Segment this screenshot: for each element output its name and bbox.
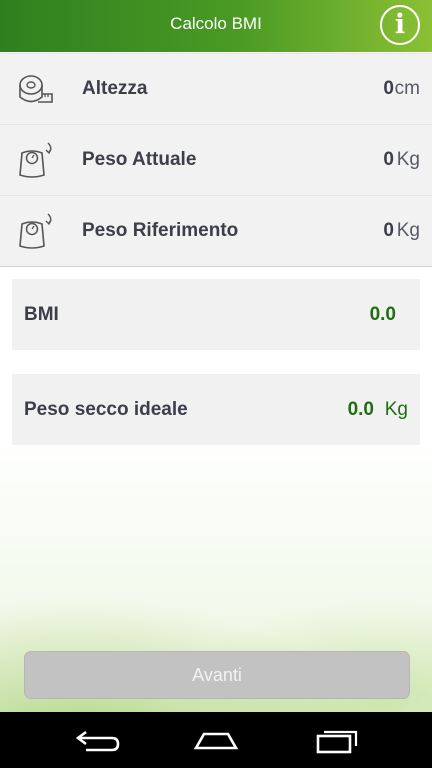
bmi-card: BMI 0.0 — [12, 279, 420, 350]
current-weight-unit: Kg — [396, 149, 420, 170]
reference-weight-unit: Kg — [396, 220, 420, 241]
height-unit: cm — [394, 78, 420, 99]
current-weight-row[interactable]: Peso Attuale 0 Kg — [0, 124, 432, 196]
height-row[interactable]: Altezza 0 cm — [0, 53, 432, 125]
page-title: Calcolo BMI — [170, 14, 262, 33]
scale-icon — [19, 142, 52, 178]
system-navigation-bar — [0, 712, 432, 768]
ideal-weight-label: Peso secco ideale — [24, 399, 188, 420]
info-icon[interactable]: i — [380, 5, 420, 45]
ideal-weight-value: 0.0 — [347, 399, 374, 420]
current-weight-value: 0 — [383, 149, 394, 170]
height-label: Altezza — [82, 78, 148, 99]
bmi-value: 0.0 — [369, 304, 396, 325]
reference-weight-label: Peso Riferimento — [82, 220, 239, 241]
current-weight-label: Peso Attuale — [82, 149, 197, 170]
bmi-label: BMI — [24, 304, 59, 325]
tape-measure-icon — [19, 75, 53, 103]
recent-apps-icon[interactable] — [312, 726, 360, 754]
ideal-weight-card: Peso secco ideale 0.0 Kg — [12, 374, 420, 445]
scale-icon — [19, 213, 52, 249]
ideal-weight-unit: Kg — [384, 399, 408, 420]
next-button[interactable]: Avanti — [24, 651, 410, 699]
reference-weight-row[interactable]: Peso Riferimento 0 Kg — [0, 195, 432, 267]
app-header: Calcolo BMI i — [0, 0, 432, 52]
home-icon[interactable] — [192, 726, 240, 754]
reference-weight-value: 0 — [383, 220, 394, 241]
height-value: 0 — [383, 78, 394, 99]
back-icon[interactable] — [72, 726, 120, 754]
